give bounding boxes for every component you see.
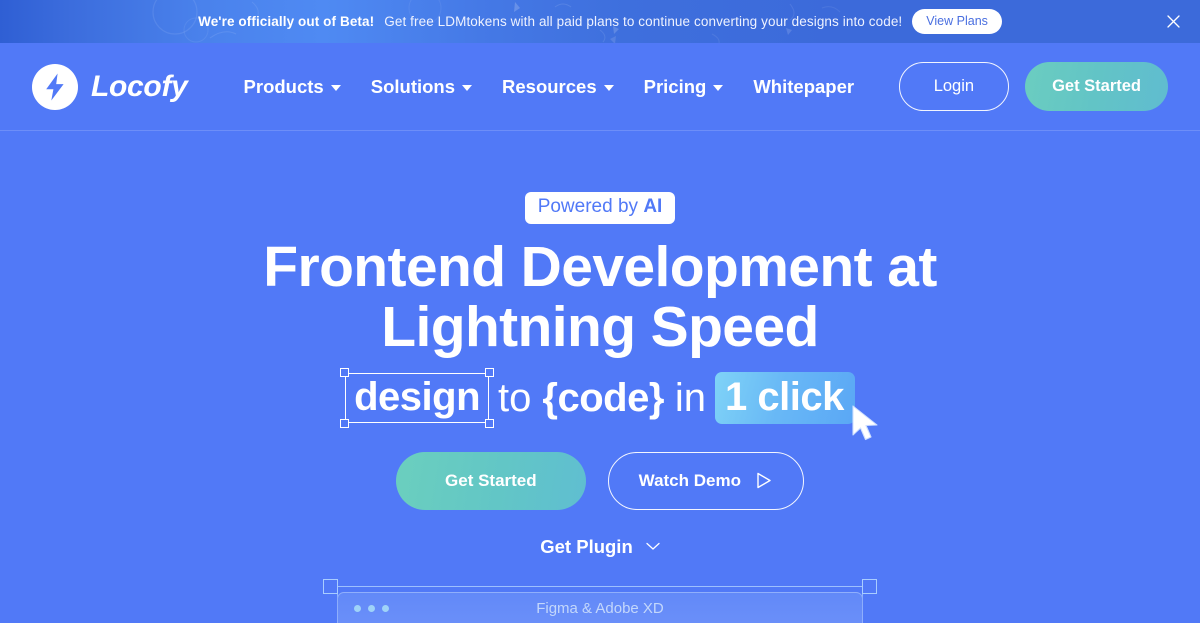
get-started-nav-button[interactable]: Get Started — [1025, 62, 1168, 111]
promo-banner: We're officially out of Beta! Get free L… — [0, 0, 1200, 43]
subtitle-to-word: to — [498, 375, 532, 420]
mockup-handle-left[interactable] — [323, 579, 338, 594]
nav-label: Products — [243, 75, 324, 97]
design-tool-mockup: Figma & Adobe XD — [323, 579, 877, 623]
nav-item-resources[interactable]: Resources — [502, 76, 614, 98]
chevron-down-icon — [603, 85, 614, 91]
page-title: Frontend Development at Lightning Speed — [263, 234, 937, 360]
lightning-bolt-icon — [32, 63, 78, 110]
subtitle-code-word: {code} — [542, 375, 664, 420]
window-traffic-lights — [354, 604, 389, 612]
banner-message: Get free LDMtokens with all paid plans t… — [384, 14, 903, 29]
mockup-window: Figma & Adobe XD — [337, 592, 863, 623]
nav-item-solutions[interactable]: Solutions — [370, 75, 473, 98]
brand-logo[interactable]: Locofy — [32, 63, 188, 110]
close-icon[interactable] — [1160, 9, 1186, 35]
chevron-down-icon — [713, 85, 724, 91]
hero-title-line-1: Frontend Development at — [263, 234, 937, 299]
design-selection-box: design — [340, 367, 495, 428]
hero-cta-row: Get Started Watch Demo — [396, 451, 804, 510]
hero-title-line-2: Lightning Speed — [381, 295, 819, 360]
selection-handle-top-right[interactable] — [485, 367, 495, 377]
login-button[interactable]: Login — [898, 62, 1010, 111]
watch-demo-button[interactable]: Watch Demo — [607, 451, 804, 510]
hero-subtitle: design to {code} in 1 click — [340, 367, 878, 440]
view-plans-button[interactable]: View Plans — [912, 9, 1002, 34]
nav-label: Resources — [502, 75, 597, 97]
main-navbar: Locofy Products Solutions Resources Pric… — [0, 43, 1200, 131]
nav-item-whitepaper[interactable]: Whitepaper — [753, 76, 854, 98]
mockup-window-title: Figma & Adobe XD — [536, 599, 664, 617]
get-plugin-label: Get Plugin — [540, 535, 633, 557]
window-dot — [354, 604, 361, 612]
watch-demo-label: Watch Demo — [638, 470, 741, 490]
nav-item-products[interactable]: Products — [244, 76, 341, 98]
banner-content: We're officially out of Beta! Get free L… — [198, 9, 1002, 34]
one-click-highlight: 1 click — [715, 371, 878, 440]
hero-section: Powered by AI Frontend Development at Li… — [0, 131, 1200, 623]
get-plugin-button[interactable]: Get Plugin — [540, 536, 660, 558]
selection-handle-bottom-right[interactable] — [485, 418, 495, 428]
banner-headline: We're officially out of Beta! — [198, 14, 375, 29]
badge-prefix: Powered by — [537, 196, 644, 217]
nav-links: Products Solutions Resources Pricing Whi… — [244, 76, 899, 98]
nav-label: Solutions — [370, 75, 456, 97]
brand-name: Locofy — [91, 69, 188, 103]
page-root: We're officially out of Beta! Get free L… — [0, 0, 1200, 623]
nav-label: Pricing — [643, 75, 707, 97]
subtitle-in-word: in — [674, 375, 707, 420]
nav-label: Whitepaper — [753, 75, 855, 97]
cursor-arrow-icon — [852, 405, 878, 440]
nav-actions: Login Get Started — [898, 62, 1168, 111]
badge-strong: AI — [643, 196, 663, 217]
close-glyph — [1166, 15, 1180, 28]
mockup-handle-right[interactable] — [862, 579, 877, 594]
window-dot — [382, 604, 389, 612]
chevron-down-icon — [330, 85, 341, 91]
powered-by-ai-badge: Powered by AI — [524, 192, 676, 224]
chevron-down-icon — [646, 543, 660, 551]
nav-item-pricing[interactable]: Pricing — [644, 76, 724, 98]
selection-handle-top-left[interactable] — [340, 367, 350, 377]
subtitle-click-word: 1 click — [725, 374, 844, 419]
window-dot — [368, 604, 375, 612]
selection-guide-horizontal — [324, 586, 876, 587]
subtitle-design-word: design — [354, 374, 481, 419]
chevron-down-icon — [462, 85, 473, 91]
play-icon — [757, 472, 771, 489]
selection-handle-bottom-left[interactable] — [340, 418, 350, 428]
get-started-button[interactable]: Get Started — [396, 451, 586, 510]
